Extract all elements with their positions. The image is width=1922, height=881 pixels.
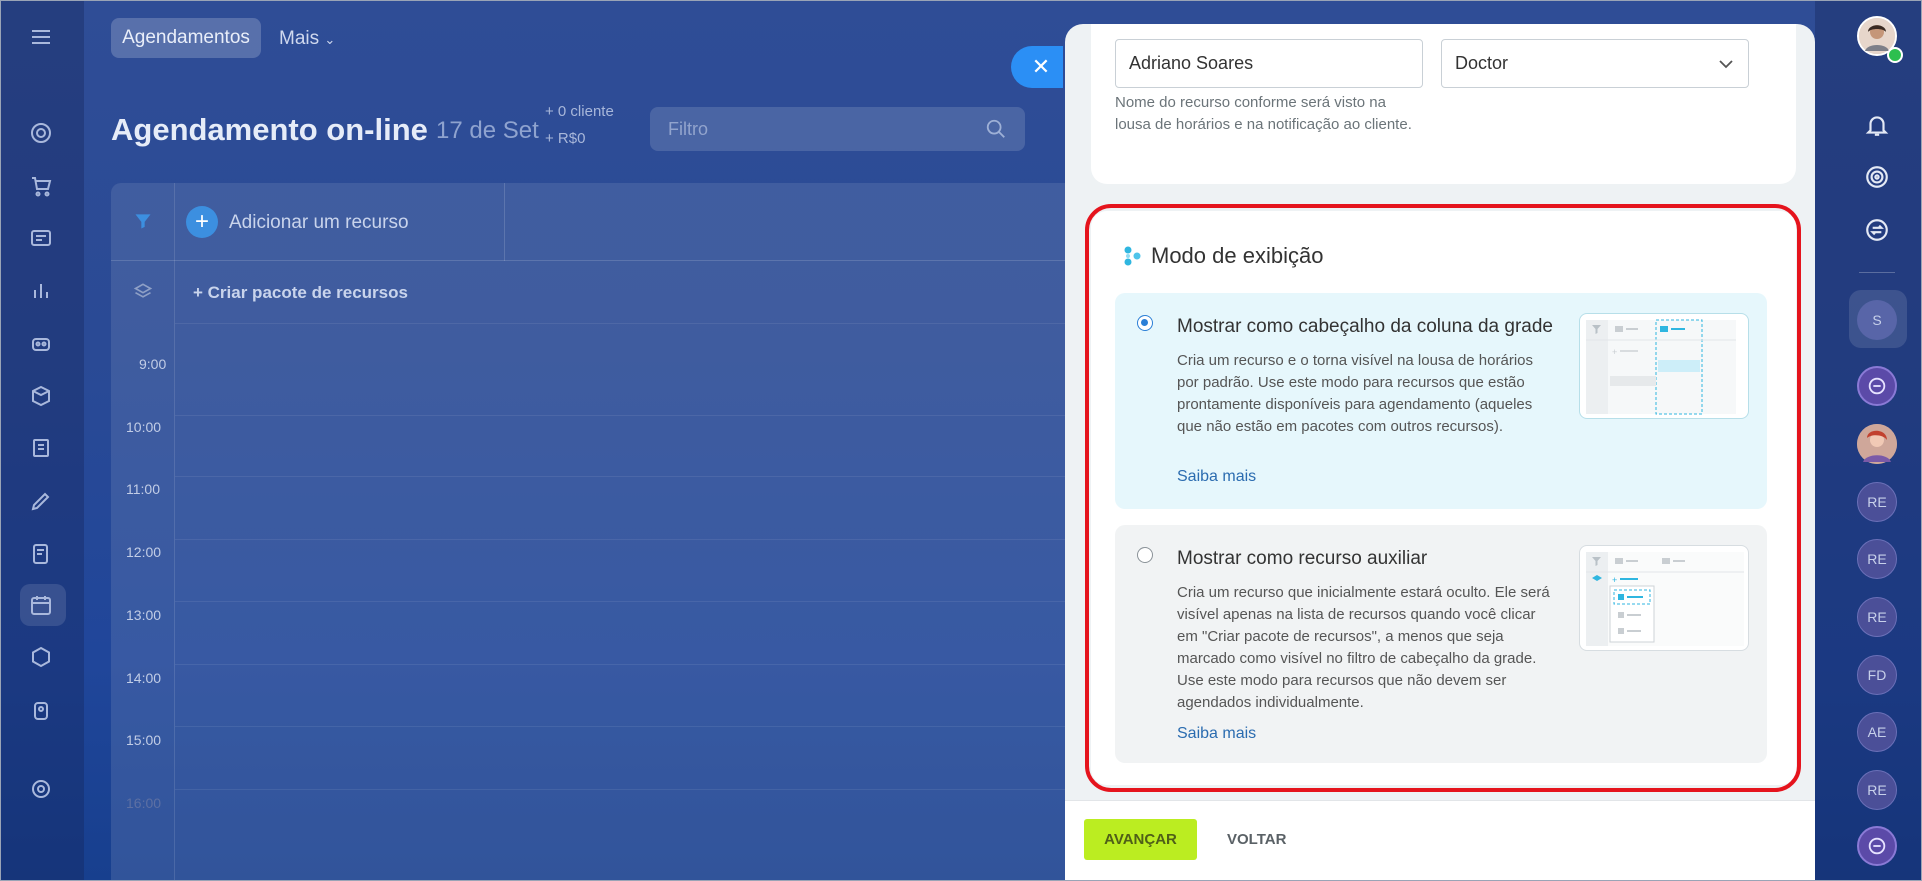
robot-icon[interactable]: [26, 328, 56, 358]
time-label: 15:00: [126, 732, 162, 748]
avatar-s[interactable]: S: [1857, 300, 1897, 340]
add-resource-plus-icon[interactable]: +: [186, 206, 218, 238]
layers-icon: [133, 283, 153, 298]
resource-name-hint: Nome do recurso conforme será visto na l…: [1115, 94, 1412, 133]
resource-type-value: Doctor: [1455, 53, 1509, 73]
create-package-button[interactable]: + Criar pacote de recursos: [193, 283, 408, 303]
cart-icon[interactable]: [26, 171, 56, 201]
rightbar-divider: [1859, 272, 1895, 273]
online-play-icon: [1887, 47, 1903, 63]
openline-icon[interactable]: [1857, 826, 1897, 866]
grid-line: [175, 539, 1071, 540]
stat-clients: + 0 cliente: [545, 103, 614, 120]
time-label: 13:00: [126, 607, 162, 623]
menu-icon[interactable]: [26, 22, 56, 52]
contact-avatar-image: [1857, 424, 1897, 464]
document-edit-icon[interactable]: [26, 539, 56, 569]
close-icon: ✕: [1031, 54, 1051, 79]
filter-input[interactable]: Filtro: [650, 107, 1025, 151]
time-label: 16:00: [126, 795, 162, 811]
pen-icon[interactable]: [26, 486, 56, 516]
sync-chat-icon[interactable]: [1862, 215, 1892, 245]
openline-icon[interactable]: [1857, 366, 1897, 406]
back-button[interactable]: VOLTAR: [1227, 819, 1286, 860]
filter-placeholder: Filtro: [668, 119, 708, 139]
add-resource-button[interactable]: Adicionar um recurso: [229, 212, 409, 234]
grid-line: [175, 415, 1071, 416]
grid-line: [175, 789, 1071, 790]
settings-icon[interactable]: [26, 774, 56, 804]
bell-icon[interactable]: [1862, 110, 1892, 140]
more-menu[interactable]: Mais ⌄: [279, 28, 335, 50]
panel-footer: AVANÇAR VOLTAR: [1065, 800, 1815, 881]
building-icon[interactable]: [26, 433, 56, 463]
grid-header-divider: [504, 183, 505, 261]
avatar-re[interactable]: RE: [1857, 539, 1897, 579]
card-icon[interactable]: [26, 223, 56, 253]
chart-icon[interactable]: [26, 275, 56, 305]
tab-agendamentos[interactable]: Agendamentos: [111, 18, 261, 58]
schedule-grid: + Adicionar um recurso + Criar pacote de…: [111, 183, 1071, 881]
page-title: Agendamento on-line: [111, 112, 428, 147]
highlight-annotation: [1085, 204, 1801, 792]
chevron-down-icon: [1719, 60, 1733, 69]
grid-line: [175, 664, 1071, 665]
close-panel-button[interactable]: ✕: [1011, 46, 1063, 88]
time-label: 9:00: [139, 356, 167, 372]
avatar-ae[interactable]: AE: [1857, 712, 1897, 752]
hexagon-icon[interactable]: [26, 642, 56, 672]
stat-revenue: + R$0: [545, 130, 586, 147]
badge-icon[interactable]: [26, 696, 56, 726]
grid-line: [175, 726, 1071, 727]
target-icon[interactable]: [26, 118, 56, 148]
contact-avatar-photo[interactable]: [1857, 424, 1897, 464]
grid-line: [175, 323, 1071, 324]
funnel-icon[interactable]: [133, 211, 153, 231]
resource-type-select[interactable]: Doctor: [1441, 39, 1749, 88]
grid-time-column-divider: [174, 183, 175, 881]
grid-line: [175, 476, 1071, 477]
calendar-icon[interactable]: [26, 590, 56, 620]
next-button[interactable]: AVANÇAR: [1084, 819, 1197, 860]
resource-name-input[interactable]: Adriano Soares: [1115, 39, 1423, 88]
time-label: 12:00: [126, 544, 162, 560]
page-date[interactable]: 17 de Set: [436, 117, 539, 145]
search-icon[interactable]: [985, 118, 1007, 140]
right-sidebar: S RE RE RE FD AE RE: [1815, 0, 1922, 881]
time-label: 11:00: [126, 481, 160, 497]
target-icon[interactable]: [1862, 162, 1892, 192]
more-label: Mais: [279, 28, 320, 49]
grid-line: [175, 601, 1071, 602]
left-sidebar: [0, 0, 84, 881]
avatar-re[interactable]: RE: [1857, 597, 1897, 637]
resource-slider-panel: Adriano Soares Doctor Nome do recurso co…: [1065, 24, 1815, 881]
time-label: 14:00: [126, 670, 162, 686]
avatar-re[interactable]: RE: [1857, 482, 1897, 522]
resource-name-card: Adriano Soares Doctor Nome do recurso co…: [1091, 24, 1796, 184]
avatar-re[interactable]: RE: [1857, 770, 1897, 810]
avatar-fd[interactable]: FD: [1857, 655, 1897, 695]
box-icon[interactable]: [26, 381, 56, 411]
time-label: 10:00: [126, 419, 162, 435]
chevron-down-icon: ⌄: [324, 32, 336, 47]
